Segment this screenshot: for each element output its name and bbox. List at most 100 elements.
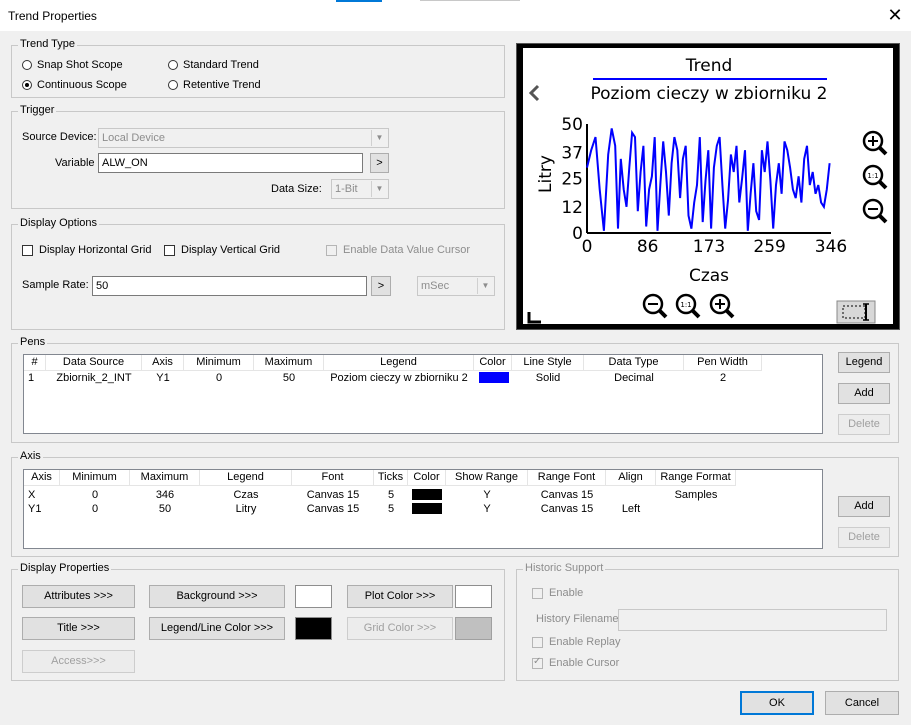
col-ticks[interactable]: Ticks: [374, 470, 408, 485]
pen-max: 50: [282, 372, 296, 384]
col-range-font[interactable]: Range Font: [528, 470, 606, 485]
pens-delete-button[interactable]: Delete: [838, 414, 890, 435]
attributes-button[interactable]: Attributes >>>: [22, 585, 135, 608]
col-pen-width[interactable]: Pen Width: [684, 355, 762, 370]
zoom-in-icon[interactable]: [862, 130, 888, 156]
zoom-out-icon[interactable]: [862, 198, 888, 224]
select-area-icon[interactable]: [836, 300, 876, 324]
back-arrow-icon[interactable]: [528, 84, 540, 102]
background-color-swatch[interactable]: [295, 585, 332, 608]
trend-chart-svg: Trend Poziom cieczy w zbiorniku 2 Litry …: [527, 56, 888, 324]
display-options-group: Display Options Display Horizontal Grid …: [11, 217, 505, 330]
display-options-label: Display Options: [18, 217, 100, 229]
display-properties-label: Display Properties: [18, 562, 112, 574]
table-row[interactable]: X 0 346 Czas Canvas 15 5 Y Canvas 15 Sam…: [24, 488, 736, 502]
col-maximum[interactable]: Maximum: [130, 470, 200, 485]
title-button[interactable]: Title >>>: [22, 617, 135, 640]
variable-input[interactable]: ALW_ON: [98, 153, 363, 173]
historic-enable-checkbox[interactable]: Enable: [532, 587, 583, 599]
checkbox-box-checked: [532, 656, 543, 669]
y-tick-label: 25: [561, 170, 583, 190]
enable-replay-checkbox[interactable]: Enable Replay: [532, 636, 621, 648]
axis-legend: Czas: [233, 489, 259, 501]
variable-label: Variable: [55, 157, 95, 169]
cancel-button[interactable]: Cancel: [825, 691, 899, 715]
col-minimum[interactable]: Minimum: [184, 355, 254, 370]
sample-rate-unit-select[interactable]: mSec ▼: [417, 276, 495, 296]
pens-legend-button[interactable]: Legend: [838, 352, 890, 373]
grid-color-button[interactable]: Grid Color >>>: [347, 617, 453, 640]
radio-retentive-trend[interactable]: Retentive Trend: [168, 79, 261, 91]
axis-show-range: Y: [483, 503, 491, 515]
sample-rate-input[interactable]: 50: [92, 276, 367, 296]
data-value-cursor-checkbox[interactable]: Enable Data Value Cursor: [326, 244, 470, 256]
col-color[interactable]: Color: [474, 355, 512, 370]
zoom-reset-icon[interactable]: 1:1: [862, 164, 888, 190]
plot-color-swatch[interactable]: [455, 585, 492, 608]
col-maximum[interactable]: Maximum: [254, 355, 324, 370]
axis-align: Left: [621, 503, 641, 515]
y-tick-label: 12: [561, 198, 583, 218]
window-title: Trend Properties: [8, 9, 97, 23]
pens-group: Pens # Data Source Axis Minimum Maximum …: [11, 336, 899, 443]
col-font[interactable]: Font: [292, 470, 374, 485]
plot-color-button[interactable]: Plot Color >>>: [347, 585, 453, 608]
radio-snap-shot-scope[interactable]: Snap Shot Scope: [22, 59, 123, 71]
checkbox-box: [326, 244, 337, 256]
col-data-source[interactable]: Data Source: [46, 355, 142, 370]
zoom-in-bottom-icon[interactable]: [709, 293, 735, 319]
zoom-out-bottom-icon[interactable]: [642, 293, 668, 319]
col-axis[interactable]: Axis: [24, 470, 60, 485]
historic-support-group: Historic Support Enable History Filename…: [516, 562, 899, 681]
col-num[interactable]: #: [24, 355, 46, 370]
axis-add-button[interactable]: Add: [838, 496, 890, 517]
history-filename-input[interactable]: [618, 609, 887, 631]
table-row[interactable]: Y1 0 50 Litry Canvas 15 5 Y Canvas 15 Le…: [24, 502, 736, 516]
col-range-format[interactable]: Range Format: [656, 470, 736, 485]
pens-label: Pens: [18, 336, 48, 348]
vertical-grid-checkbox[interactable]: Display Vertical Grid: [164, 244, 280, 256]
horizontal-grid-checkbox[interactable]: Display Horizontal Grid: [22, 244, 151, 256]
zoom-reset-bottom-icon[interactable]: 1:1: [675, 293, 701, 319]
sample-rate-browse-button[interactable]: >: [371, 276, 391, 296]
axis-color-cell: [408, 502, 446, 516]
col-color[interactable]: Color: [408, 470, 446, 485]
close-icon[interactable]: ✕: [884, 4, 906, 26]
x-tick-label: 86: [637, 237, 659, 257]
legend-line-color-swatch[interactable]: [295, 617, 332, 640]
legend-line-color-button[interactable]: Legend/Line Color >>>: [149, 617, 285, 640]
col-axis[interactable]: Axis: [142, 355, 184, 370]
pen-axis: Y1: [156, 372, 170, 384]
axis-table-header: Axis Minimum Maximum Legend Font Ticks C…: [24, 470, 736, 486]
pen-min: 0: [215, 372, 223, 384]
source-device-select[interactable]: Local Device ▼: [98, 128, 389, 148]
x-tick-label: 173: [693, 237, 725, 257]
pens-table[interactable]: # Data Source Axis Minimum Maximum Legen…: [23, 354, 823, 434]
axis-font: Canvas 15: [306, 489, 360, 501]
sample-rate-label: Sample Rate:: [22, 279, 89, 291]
col-legend[interactable]: Legend: [200, 470, 292, 485]
background-button[interactable]: Background >>>: [149, 585, 285, 608]
history-filename-label: History Filename: [536, 613, 619, 625]
radio-label: Continuous Scope: [37, 79, 127, 91]
col-line-style[interactable]: Line Style: [512, 355, 584, 370]
col-show-range[interactable]: Show Range: [446, 470, 528, 485]
radio-standard-trend[interactable]: Standard Trend: [168, 59, 259, 71]
enable-cursor-checkbox[interactable]: Enable Cursor: [532, 656, 619, 669]
data-size-select[interactable]: 1-Bit ▼: [331, 179, 389, 199]
variable-browse-button[interactable]: >: [370, 153, 389, 173]
ok-button[interactable]: OK: [740, 691, 814, 715]
table-row[interactable]: 1 Zbiornik_2_INT Y1 0 50 Poziom cieczy w…: [24, 371, 762, 385]
axis-table[interactable]: Axis Minimum Maximum Legend Font Ticks C…: [23, 469, 823, 549]
radio-continuous-scope[interactable]: Continuous Scope: [22, 79, 127, 91]
col-data-type[interactable]: Data Type: [584, 355, 684, 370]
checkbox-box: [22, 244, 33, 256]
col-align[interactable]: Align: [606, 470, 656, 485]
axis-delete-button[interactable]: Delete: [838, 527, 890, 548]
col-minimum[interactable]: Minimum: [60, 470, 130, 485]
access-button[interactable]: Access>>>: [22, 650, 135, 673]
pens-add-button[interactable]: Add: [838, 383, 890, 404]
grid-color-swatch[interactable]: [455, 617, 492, 640]
checkbox-label: Enable: [549, 587, 584, 599]
col-legend[interactable]: Legend: [324, 355, 474, 370]
